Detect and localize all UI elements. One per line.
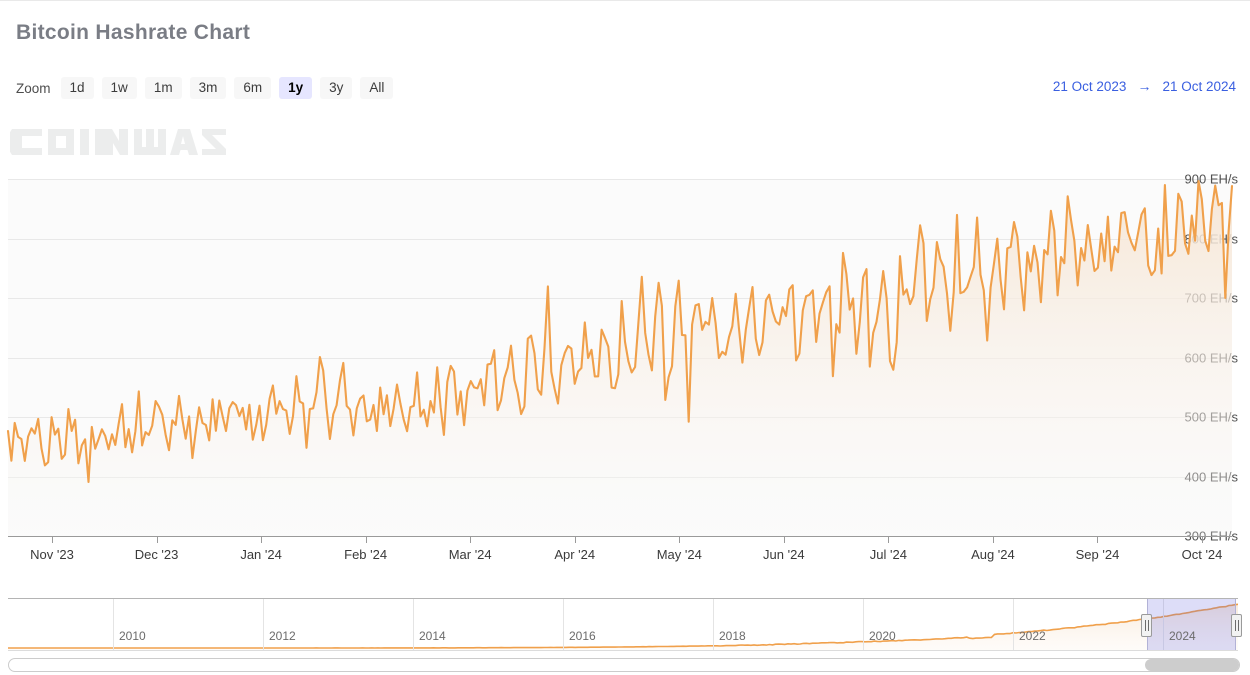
navigator-gridline <box>1013 599 1014 651</box>
x-axis-label: Mar '24 <box>449 547 492 562</box>
x-axis-label: Apr '24 <box>554 547 595 562</box>
range-button-all[interactable]: All <box>360 77 393 99</box>
navigator-area-fill <box>8 604 1238 651</box>
navigator-selection-mask[interactable] <box>1147 599 1237 651</box>
x-axis-label: Jul '24 <box>870 547 907 562</box>
x-axis-label: Feb '24 <box>344 547 387 562</box>
range-button-1m[interactable]: 1m <box>145 77 182 99</box>
navigator-year-label: 2018 <box>719 629 746 643</box>
bitcoin-hashrate-chart-page: Bitcoin Hashrate Chart Zoom 1d 1w 1m 3m … <box>0 0 1250 675</box>
date-to-input[interactable]: 21 Oct 2024 <box>1162 79 1236 94</box>
x-axis-tick <box>679 536 680 543</box>
zoom-label: Zoom <box>16 81 51 96</box>
navigator-series <box>8 599 1238 651</box>
navigator-year-label: 2022 <box>1019 629 1046 643</box>
navigator-gridline <box>413 599 414 651</box>
navigator-gridline <box>113 599 114 651</box>
x-axis-tick <box>888 536 889 543</box>
x-axis-label: May '24 <box>657 547 702 562</box>
x-axis-tick <box>52 536 53 543</box>
coinwarz-logo-watermark <box>10 121 230 163</box>
x-axis-line <box>8 536 1232 537</box>
x-axis-tick <box>261 536 262 543</box>
navigator-year-label: 2010 <box>119 629 146 643</box>
horizontal-scrollbar[interactable] <box>8 658 1240 672</box>
main-plot[interactable]: 300 EH/s400 EH/s500 EH/s600 EH/s700 EH/s… <box>0 161 1250 561</box>
navigator-gridline <box>713 599 714 651</box>
x-axis-label: Oct '24 <box>1182 547 1223 562</box>
navigator-year-label: 2012 <box>269 629 296 643</box>
navigator-gridline <box>863 599 864 651</box>
scrollbar-thumb[interactable] <box>1145 659 1239 671</box>
x-axis-tick <box>1202 536 1203 543</box>
page-title: Bitcoin Hashrate Chart <box>16 21 250 45</box>
navigator-handle-right[interactable] <box>1231 614 1242 637</box>
navigator[interactable]: 2010 2012 2014 2016 2018 2020 2022 2024 <box>8 598 1238 651</box>
date-from-input[interactable]: 21 Oct 2023 <box>1053 79 1127 94</box>
x-axis-tick <box>993 536 994 543</box>
x-axis-label: Dec '23 <box>135 547 179 562</box>
range-button-3y[interactable]: 3y <box>320 77 352 99</box>
x-axis-tick <box>366 536 367 543</box>
x-axis-label: Jun '24 <box>763 547 805 562</box>
x-axis-tick <box>157 536 158 543</box>
navigator-year-label: 2014 <box>419 629 446 643</box>
x-axis-tick <box>784 536 785 543</box>
date-range-inputs: 21 Oct 2023 → 21 Oct 2024 <box>1053 78 1236 94</box>
x-axis-label: Sep '24 <box>1076 547 1120 562</box>
x-axis-tick <box>575 536 576 543</box>
range-button-1w[interactable]: 1w <box>102 77 137 99</box>
navigator-gridline <box>563 599 564 651</box>
range-selector: Zoom 1d 1w 1m 3m 6m 1y 3y All <box>16 77 393 99</box>
range-button-6m[interactable]: 6m <box>234 77 271 99</box>
hashrate-line-series <box>0 161 1250 561</box>
x-axis-label: Jan '24 <box>240 547 282 562</box>
x-axis-tick <box>470 536 471 543</box>
navigator-year-label: 2020 <box>869 629 896 643</box>
navigator-baseline <box>8 650 1238 651</box>
coinwarz-logo-icon <box>10 121 230 163</box>
navigator-year-label: 2024 <box>1169 629 1196 643</box>
navigator-year-label: 2016 <box>569 629 596 643</box>
navigator-handle-left[interactable] <box>1141 614 1152 637</box>
range-button-3m[interactable]: 3m <box>190 77 227 99</box>
x-axis-label: Nov '23 <box>30 547 74 562</box>
range-button-1d[interactable]: 1d <box>61 77 94 99</box>
range-button-1y[interactable]: 1y <box>279 77 312 99</box>
arrow-right-icon: → <box>1137 78 1151 94</box>
x-axis-tick <box>1097 536 1098 543</box>
x-axis-label: Aug '24 <box>971 547 1015 562</box>
navigator-gridline <box>263 599 264 651</box>
